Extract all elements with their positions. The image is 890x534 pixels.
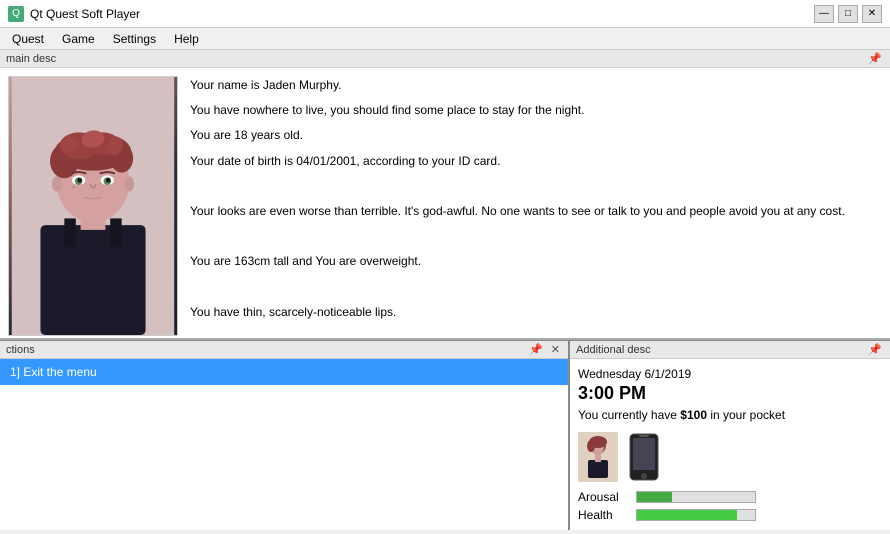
desc-line2: You have nowhere to live, you should fin… [190,101,882,120]
person-icon-item [578,432,618,482]
bottom-area: ctions 📌 ✕ 1] Exit the menu Additional d… [0,340,890,530]
additional-panel: Additional desc 📌 Wednesday 6/1/2019 3:0… [570,341,890,530]
menu-game[interactable]: Game [54,30,103,48]
close-button[interactable]: ✕ [862,5,882,23]
phone-icon [628,432,660,482]
desc-line1: Your name is Jaden Murphy. [190,76,882,95]
money-display: You currently have $100 in your pocket [578,408,882,422]
health-label: Health [578,508,628,522]
health-stat-row: Health [578,508,882,522]
desc-line4: Your date of birth is 04/01/2001, accord… [190,152,882,171]
top-panel-title: main desc [6,53,56,65]
menu-help[interactable]: Help [166,30,207,48]
desc-line8: Your pale skin is rough and covered with… [190,328,882,330]
additional-panel-title: Additional desc [576,344,651,356]
icons-row [578,432,882,482]
app-icon: Q [8,6,24,22]
additional-panel-header: Additional desc 📌 [570,341,890,359]
menu-settings[interactable]: Settings [105,30,164,48]
window-title: Qt Quest Soft Player [30,7,140,21]
additional-pin-icon[interactable]: 📌 [866,343,884,356]
pin-icon[interactable]: 📌 [866,52,884,65]
arousal-bar-fill [637,492,672,502]
actions-panel-title: ctions [6,344,35,356]
person-icon [578,432,618,482]
arousal-stat-row: Arousal [578,490,882,504]
health-bar-fill [637,510,737,520]
money-suffix: in your pocket [707,408,785,422]
menu-bar: Quest Game Settings Help [0,28,890,50]
money-prefix: You currently have [578,408,680,422]
desc-line7: You have thin, scarcely-noticeable lips. [190,303,882,322]
actions-close-icon[interactable]: ✕ [549,343,562,356]
arousal-label: Arousal [578,490,628,504]
actions-pin-icon[interactable]: 📌 [527,343,545,356]
money-amount: $100 [680,408,707,422]
phone-icon-item [628,432,660,482]
top-panel-header: main desc 📌 [0,50,890,68]
actions-panel-header: ctions 📌 ✕ [0,341,568,359]
title-bar: Q Qt Quest Soft Player — □ ✕ [0,0,890,28]
top-panel: main desc 📌 [0,50,890,340]
desc-line3: You are 18 years old. [190,126,882,145]
window-controls: — □ ✕ [814,5,882,23]
menu-quest[interactable]: Quest [4,30,52,48]
top-panel-content: Your name is Jaden Murphy. You have nowh… [0,68,890,338]
desc-line6: You are 163cm tall and You are overweigh… [190,252,882,271]
description-text: Your name is Jaden Murphy. You have nowh… [190,76,882,330]
character-image [8,76,178,336]
time-display: 3:00 PM [578,383,882,404]
health-bar-background [636,509,756,521]
actions-list: 1] Exit the menu [0,359,568,530]
main-area: main desc 📌 [0,50,890,530]
maximize-button[interactable]: □ [838,5,858,23]
arousal-bar-background [636,491,756,503]
date-display: Wednesday 6/1/2019 [578,367,882,381]
desc-line5: Your looks are even worse than terrible.… [190,202,882,221]
minimize-button[interactable]: — [814,5,834,23]
additional-content: Wednesday 6/1/2019 3:00 PM You currently… [570,359,890,534]
action-item-0[interactable]: 1] Exit the menu [0,359,568,385]
actions-panel: ctions 📌 ✕ 1] Exit the menu [0,341,570,530]
